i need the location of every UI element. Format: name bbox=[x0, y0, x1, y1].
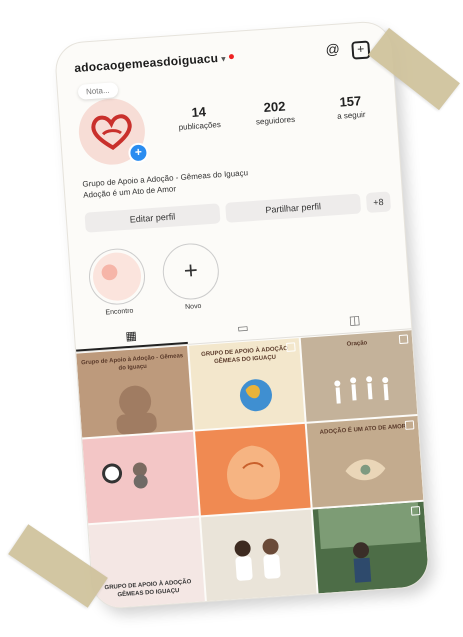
plus-icon: + bbox=[182, 257, 199, 285]
highlight-new[interactable]: + Novo bbox=[160, 241, 222, 313]
profile-stats: 14 publicações 202 seguidores 157 a segu… bbox=[163, 91, 386, 132]
phone-screenshot-photo: adocaogemeasdoiguacu ▾ @ + Nota... + 14 p… bbox=[54, 20, 430, 610]
add-story-icon[interactable]: + bbox=[127, 142, 150, 164]
profile-header: adocaogemeasdoiguacu ▾ @ + bbox=[74, 38, 379, 81]
grid-icon: ▦ bbox=[125, 328, 138, 344]
post-thumbnail[interactable]: Oração bbox=[301, 330, 418, 422]
highlight-cover-image bbox=[91, 251, 143, 303]
post-thumbnail[interactable] bbox=[82, 431, 199, 524]
post-thumbnail[interactable] bbox=[194, 423, 311, 516]
highlight-encontro[interactable]: Encontro bbox=[87, 246, 148, 318]
profile-avatar-block: Nota... + bbox=[76, 82, 150, 167]
post-caption: GRUPO DE APOIO À ADOÇÃO GÊMEAS DO IGUAÇU bbox=[104, 579, 192, 599]
highlight-label: Novo bbox=[184, 302, 202, 311]
posts-grid: Grupo de Apoio à Adoção - Gêmeas do Igua… bbox=[76, 330, 430, 610]
tagged-icon: ◫ bbox=[348, 312, 361, 328]
post-image bbox=[226, 445, 280, 500]
stat-posts[interactable]: 14 publicações bbox=[163, 102, 235, 133]
post-thumbnail[interactable] bbox=[313, 501, 430, 594]
note-bubble[interactable]: Nota... bbox=[77, 82, 119, 100]
stat-followers[interactable]: 202 seguidores bbox=[239, 97, 311, 128]
chevron-down-icon[interactable]: ▾ bbox=[221, 54, 226, 64]
carousel-icon bbox=[286, 342, 296, 352]
post-thumbnail[interactable]: GRUPO DE APOIO À ADOÇÃO GÊMEAS DO IGUAÇU bbox=[188, 338, 305, 430]
notification-dot bbox=[228, 54, 234, 60]
highlight-label: Encontro bbox=[105, 307, 134, 317]
story-highlights: Encontro + Novo bbox=[87, 241, 222, 318]
threads-icon[interactable]: @ bbox=[325, 41, 340, 58]
add-user-button[interactable]: +8 bbox=[365, 191, 392, 214]
post-image bbox=[234, 538, 281, 581]
edit-profile-button[interactable]: Editar perfil bbox=[84, 203, 221, 233]
carousel-icon bbox=[404, 420, 415, 430]
profile-actions: Editar perfil Partilhar perfil +8 bbox=[84, 191, 392, 233]
post-thumbnail[interactable]: ADOÇÃO É UM ATO DE AMOR bbox=[307, 416, 424, 508]
post-image bbox=[102, 462, 148, 489]
carousel-icon bbox=[398, 334, 409, 345]
create-post-icon[interactable]: + bbox=[351, 40, 371, 60]
post-thumbnail[interactable]: Grupo de Apoio à Adoção - Gêmeas do Igua… bbox=[76, 345, 193, 438]
camera-icon bbox=[410, 506, 421, 516]
post-thumbnail[interactable]: GRUPO DE APOIO À ADOÇÃO GÊMEAS DO IGUAÇU bbox=[88, 517, 205, 610]
username[interactable]: adocaogemeasdoiguacu bbox=[74, 51, 219, 75]
stat-following[interactable]: 157 a seguir bbox=[315, 91, 387, 122]
share-profile-button[interactable]: Partilhar perfil bbox=[225, 193, 362, 223]
reels-icon: ▭ bbox=[236, 320, 250, 336]
post-thumbnail[interactable] bbox=[200, 509, 317, 602]
